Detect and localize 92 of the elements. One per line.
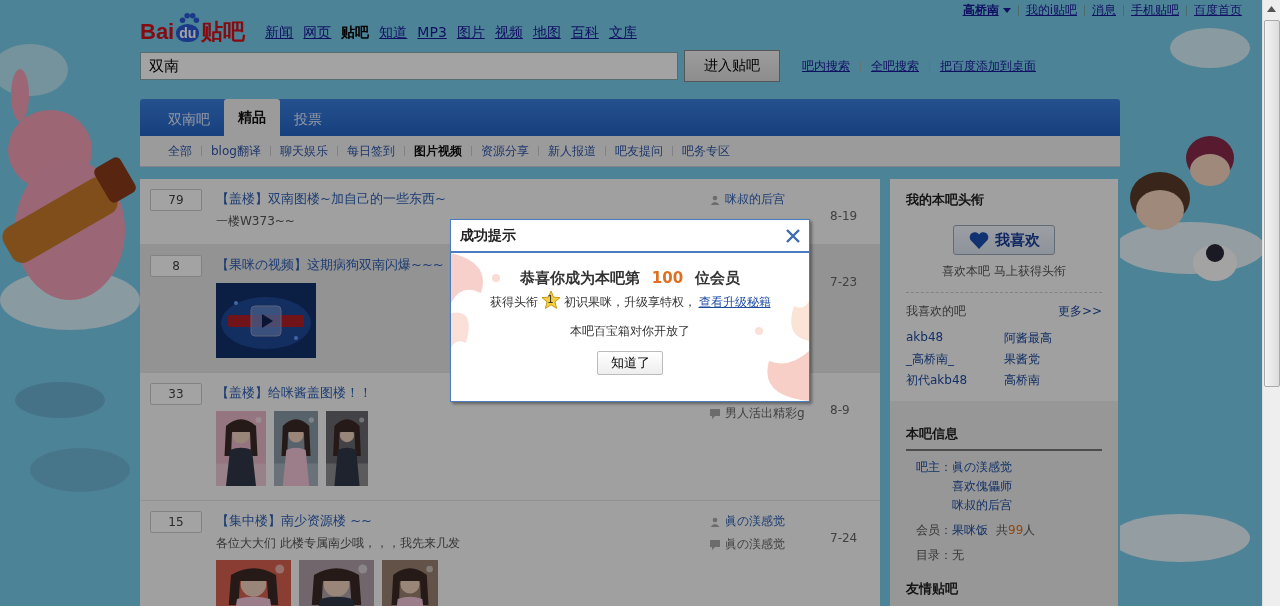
scroll-up-icon[interactable] xyxy=(1267,6,1276,12)
last-reply-name: 男人活出精彩g xyxy=(725,405,805,422)
like-hint: 喜欢本吧 马上获得头衔 xyxy=(942,263,1066,280)
thread-title[interactable]: 【集中楼】南少资源楼 ~~ xyxy=(216,511,372,531)
member-link[interactable]: 果咪饭 xyxy=(952,522,988,539)
thread-title[interactable]: 【盖楼】给咪酱盖图楼！！ xyxy=(216,383,372,403)
search-field[interactable]: 双南 xyxy=(140,52,678,80)
heart-icon xyxy=(968,231,989,249)
nav-link[interactable]: MP3 xyxy=(417,24,447,42)
catalog-label: 目录： xyxy=(916,547,952,564)
scrollbar[interactable] xyxy=(1262,0,1280,606)
nav-link[interactable]: 视频 xyxy=(494,24,523,42)
nav-link[interactable]: 地图 xyxy=(532,24,561,42)
thread-excerpt: 一楼W373~~ xyxy=(216,213,296,230)
speech-bubble-icon xyxy=(710,539,720,550)
nav-link[interactable]: 百科 xyxy=(570,24,599,42)
card-heading: 友情贴吧 xyxy=(906,581,958,596)
nav-link[interactable]: 网页 xyxy=(303,24,332,42)
category-link[interactable]: 资源分享 xyxy=(480,142,529,160)
top-link[interactable]: 消息 xyxy=(1092,1,1116,19)
level-badge: 1 xyxy=(540,289,561,310)
more-link[interactable]: 更多>> xyxy=(1057,303,1102,320)
top-link[interactable]: 手机贴吧 xyxy=(1131,1,1179,19)
person-icon xyxy=(710,194,720,205)
reply-count: 15 xyxy=(150,511,202,533)
bar-link[interactable]: _高桥南_ xyxy=(906,351,1004,368)
upgrade-link[interactable]: 查看升级秘籍 xyxy=(698,294,771,311)
reward-text: 初识果咪，升级享特权， xyxy=(563,294,696,311)
owner-link[interactable]: 喜欢傀儡师 xyxy=(952,478,1012,495)
bar-link[interactable]: akb48 xyxy=(906,330,1004,347)
ok-button[interactable]: 知道了 xyxy=(597,351,663,375)
thread-title[interactable]: 【盖楼】双南图楼~加自己的一些东西~ xyxy=(216,189,446,209)
category-link[interactable]: 聊天娱乐 xyxy=(279,142,328,160)
thread-date: 7-23 xyxy=(830,274,859,291)
owner-link[interactable]: 眞の渼感觉 xyxy=(952,459,1012,476)
scrollbar-thumb[interactable] xyxy=(1263,20,1280,387)
card-heading: 本吧信息 xyxy=(906,426,958,441)
logo[interactable]: Bai du 贴吧 xyxy=(140,8,246,44)
category-link[interactable]: 吧务专区 xyxy=(681,142,730,160)
thread-title[interactable]: 【果咪の视频】这期病狗双南闪爆~~~ xyxy=(216,255,444,275)
play-icon[interactable] xyxy=(250,305,282,337)
category-link[interactable]: 每日签到 xyxy=(346,142,395,160)
category-link[interactable]: 全部 xyxy=(168,142,192,160)
thread-date: 7-24 xyxy=(830,530,859,547)
owner-link[interactable]: 咪叔的后宫 xyxy=(952,497,1012,514)
tab[interactable]: 投票 xyxy=(280,104,336,136)
category-link[interactable]: 图片视频 xyxy=(413,142,462,160)
nav-link[interactable]: 贴吧 xyxy=(341,24,370,42)
person-icon xyxy=(710,516,720,527)
category-link[interactable]: 新人报道 xyxy=(547,142,596,160)
catalog-value: 无 xyxy=(952,547,964,564)
author-link[interactable]: 咪叔的后宫 xyxy=(725,191,785,208)
liked-bars-heading: 我喜欢的吧 xyxy=(906,303,966,320)
nav-link[interactable]: 知道 xyxy=(379,24,408,42)
dialog-headline: 恭喜你成为本吧第 100 位会员 xyxy=(519,269,741,288)
category-link[interactable]: 吧友提问 xyxy=(614,142,663,160)
reward-label: 获得头衔 xyxy=(489,294,538,311)
last-reply-name: 眞の渼感觉 xyxy=(725,536,785,553)
caret-icon[interactable] xyxy=(1002,7,1011,13)
dialog-message: 本吧百宝箱对你开放了 xyxy=(570,323,690,340)
reply-count: 33 xyxy=(150,383,202,405)
search-link[interactable]: 把百度添加到桌面 xyxy=(940,57,1036,75)
top-link[interactable]: 我的i贴吧 xyxy=(1025,1,1077,19)
dialog-title: 成功提示 xyxy=(460,226,516,245)
reply-count: 8 xyxy=(150,255,202,277)
member-label: 会员： xyxy=(916,522,952,539)
bar-link[interactable]: 果酱党 xyxy=(1004,351,1102,368)
bar-link[interactable]: 初代akb48 xyxy=(906,372,1004,389)
top-link[interactable]: 百度首页 xyxy=(1194,1,1242,19)
user-menu[interactable]: 高桥南 xyxy=(962,1,1011,19)
bar-link[interactable]: 阿酱最高 xyxy=(1004,330,1102,347)
nav-link[interactable]: 新闻 xyxy=(265,24,294,42)
close-icon[interactable] xyxy=(785,227,801,244)
author-link[interactable]: 眞の渼感觉 xyxy=(725,513,785,530)
search-link[interactable]: 全吧搜索 xyxy=(871,57,919,75)
member-count: 共99人 xyxy=(996,522,1036,539)
bar-link[interactable]: 高桥南 xyxy=(1004,372,1102,389)
like-button[interactable]: 我喜欢 xyxy=(953,225,1055,255)
search-link[interactable]: 吧内搜索 xyxy=(802,57,850,75)
speech-bubble-icon xyxy=(710,408,720,419)
card-heading: 我的本吧头衔 xyxy=(906,191,985,209)
category-link[interactable]: blog翻译 xyxy=(211,142,261,160)
owner-label: 吧主： xyxy=(916,459,952,476)
nav-link[interactable]: 文库 xyxy=(608,24,637,42)
tab[interactable]: 精品 xyxy=(224,99,280,136)
thread-date: 8-9 xyxy=(830,402,851,419)
nav-link[interactable]: 图片 xyxy=(456,24,485,42)
enter-button[interactable]: 进入贴吧 xyxy=(684,50,780,82)
tab[interactable]: 双南吧 xyxy=(154,104,224,136)
thread-excerpt: 各位大大们 此楼专属南少哦，，，我先来几发 xyxy=(216,535,461,552)
reply-count: 79 xyxy=(150,189,202,211)
thread-date: 8-19 xyxy=(830,208,859,225)
